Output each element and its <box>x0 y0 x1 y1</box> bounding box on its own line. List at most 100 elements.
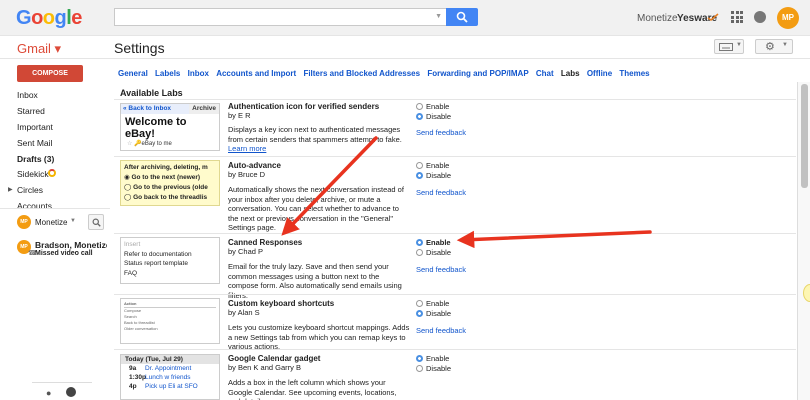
lab-row: After archiving, deleting, m ◉ Go to the… <box>114 156 796 233</box>
search-input[interactable]: ▼ <box>114 8 446 26</box>
event-time: 4p <box>129 383 137 390</box>
logo-letter: o <box>31 7 43 29</box>
radio-disable[interactable] <box>416 172 423 179</box>
thumb-back-link: « Back to Inbox <box>123 105 172 112</box>
radio-enable[interactable] <box>416 162 423 169</box>
enable-option[interactable]: Enable <box>416 299 449 308</box>
search-icon <box>92 218 101 227</box>
event-title: Pick up Eli at SFO <box>145 383 198 390</box>
lab-description: Lets you customize keyboard shortcut map… <box>228 323 410 351</box>
sidebar-item-circles[interactable]: Circles <box>17 185 43 195</box>
tab-general[interactable]: General <box>118 69 148 78</box>
chat-self-avatar[interactable]: MP <box>17 215 31 229</box>
chat-search-button[interactable] <box>88 214 104 230</box>
send-feedback-link[interactable]: Send feedback <box>416 128 466 137</box>
tab-offline[interactable]: Offline <box>587 69 612 78</box>
disable-option[interactable]: Disable <box>416 309 451 318</box>
search-button[interactable] <box>446 8 478 26</box>
event-title: Dr. Appointment <box>145 365 192 372</box>
logo-letter: e <box>71 7 82 29</box>
sidebar-item-accounts[interactable]: Accounts <box>17 201 52 208</box>
contacts-person-icon[interactable]: ● <box>46 388 51 398</box>
sidebar-item-important[interactable]: Important <box>17 122 53 132</box>
tab-chat[interactable]: Chat <box>536 69 554 78</box>
thumb-line: ◯ Go to the previous (olde <box>124 184 208 191</box>
disable-option[interactable]: Disable <box>416 248 451 257</box>
logo-letter: o <box>42 7 55 29</box>
compose-button[interactable]: COMPOSE <box>17 65 83 82</box>
event-time: 9a <box>129 365 137 372</box>
sidebar-item-sidekick[interactable]: Sidekick <box>17 169 49 179</box>
scrollbar-thumb[interactable] <box>801 84 808 188</box>
sidebar-item-drafts[interactable]: Drafts (3) <box>17 154 54 164</box>
tab-forwarding[interactable]: Forwarding and POP/IMAP <box>427 69 528 78</box>
disable-label: Disable <box>426 364 452 373</box>
thumb-auto-advance: After archiving, deleting, m ◉ Go to the… <box>121 161 219 205</box>
help-bubble-icon[interactable] <box>803 284 810 302</box>
tab-filters[interactable]: Filters and Blocked Addresses <box>303 69 420 78</box>
tab-labels[interactable]: Labels <box>155 69 180 78</box>
chevron-down-icon[interactable]: ▼ <box>70 218 76 224</box>
tab-labs[interactable]: Labs <box>561 69 580 78</box>
lab-row: « Back to Inbox Archive Welcome to eBay! … <box>114 99 796 153</box>
monetize-link[interactable]: Monetize <box>637 13 678 24</box>
chat-self-name[interactable]: Monetize <box>35 218 67 227</box>
disable-option[interactable]: Disable <box>416 364 451 373</box>
enable-option[interactable]: Enable <box>416 102 449 111</box>
radio-disable[interactable] <box>416 113 423 120</box>
notifications-icon[interactable] <box>754 11 766 23</box>
send-feedback-link[interactable]: Send feedback <box>416 265 466 274</box>
thumb-line: After archiving, deleting, m <box>124 164 208 171</box>
radio-disable[interactable] <box>416 310 423 317</box>
radio-disable[interactable] <box>416 249 423 256</box>
lab-description: Displays a key icon next to authenticate… <box>228 125 410 154</box>
account-avatar[interactable]: MP <box>777 7 799 29</box>
thumb-header: « Back to Inbox Archive <box>121 104 219 114</box>
settings-gear-button[interactable]: ⚙ ▼ <box>755 39 793 54</box>
thumb-line: Action <box>124 301 216 308</box>
lab-author: by Bruce D <box>228 170 266 179</box>
enable-option[interactable]: Enable <box>416 238 451 247</box>
thumb-calendar-head: Today (Tue, Jul 29) <box>121 355 219 364</box>
lab-screenshot: After archiving, deleting, m ◉ Go to the… <box>120 160 220 206</box>
tab-themes[interactable]: Themes <box>619 69 649 78</box>
chevron-down-icon: ▼ <box>782 42 788 48</box>
lab-title: Authentication icon for verified senders <box>228 102 380 111</box>
hangouts-icon[interactable] <box>66 387 76 397</box>
radio-enable[interactable] <box>416 300 423 307</box>
gmail-menu[interactable]: Gmail ▾ <box>17 41 61 57</box>
thumb-line: FAQ <box>124 269 138 277</box>
disable-option[interactable]: Disable <box>416 112 451 121</box>
sidebar-item-starred[interactable]: Starred <box>17 106 45 116</box>
lab-row: Action Compose Search Back to threadlist… <box>114 294 796 351</box>
disable-label: Disable <box>426 309 452 318</box>
apps-grid-icon[interactable] <box>731 11 743 23</box>
send-feedback-link[interactable]: Send feedback <box>416 326 466 335</box>
radio-disable[interactable] <box>416 365 423 372</box>
radio-enable[interactable] <box>416 239 423 246</box>
page-scrollbar[interactable] <box>797 82 810 400</box>
search-options-icon[interactable]: ▼ <box>435 13 442 20</box>
radio-enable[interactable] <box>416 103 423 110</box>
expand-arrow-icon[interactable]: ▶ <box>8 186 13 193</box>
google-logo[interactable]: Google <box>16 7 82 30</box>
radio-enable[interactable] <box>416 355 423 362</box>
thumb-welcome: Welcome to eBay! <box>125 116 187 140</box>
disable-option[interactable]: Disable <box>416 171 451 180</box>
thumb-line: Insert <box>124 241 141 248</box>
sidebar-item-inbox[interactable]: Inbox <box>17 90 38 100</box>
lab-description: Adds a box in the left column which show… <box>228 378 397 400</box>
gear-icon: ⚙ <box>765 41 775 53</box>
enable-option[interactable]: Enable <box>416 354 449 363</box>
send-feedback-link[interactable]: Send feedback <box>416 188 466 197</box>
enable-option[interactable]: Enable <box>416 161 449 170</box>
sidebar-item-sent-mail[interactable]: Sent Mail <box>17 138 52 148</box>
tab-inbox[interactable]: Inbox <box>188 69 209 78</box>
input-tools-button[interactable]: ▼ <box>714 39 744 54</box>
thumb-keyboard-table: Action Compose Search Back to threadlist… <box>121 299 219 334</box>
lab-row: Insert Refer to documentation Status rep… <box>114 233 796 300</box>
key-icon: 🔑 <box>134 141 142 147</box>
tab-accounts-import[interactable]: Accounts and Import <box>216 69 296 78</box>
learn-more-link[interactable]: Learn more <box>228 144 266 153</box>
contact-name[interactable]: Bradson, MonetizeF <box>35 240 107 250</box>
